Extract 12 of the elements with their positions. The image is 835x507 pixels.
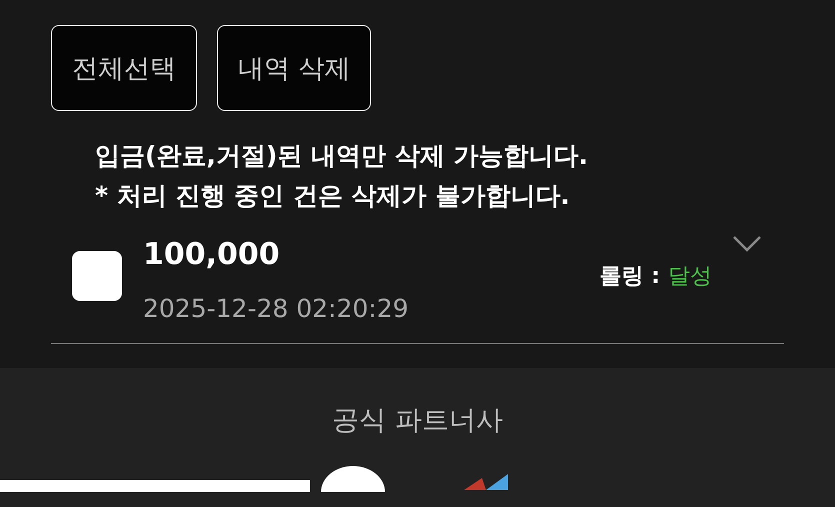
action-button[interactable]: 내역 삭제 bbox=[217, 25, 372, 111]
action-button[interactable]: 전체선택 bbox=[51, 25, 197, 111]
amount-text: 100,000 bbox=[143, 236, 281, 274]
notice-text: 입금(완료,거절)된 내역만 삭제 가능합니다. bbox=[95, 140, 589, 172]
partner-logo bbox=[318, 464, 388, 492]
partners-title: 공식 파트너사 bbox=[332, 404, 503, 438]
rolling-status: 달성 bbox=[668, 263, 712, 291]
checkbox[interactable] bbox=[72, 251, 122, 301]
notice-text: * 처리 진행 중인 건은 삭제가 불가합니다. bbox=[95, 180, 571, 212]
datetime-text: 2025-12-28 02:20:29 bbox=[143, 293, 410, 325]
rolling-label: 롤링 : bbox=[600, 263, 660, 291]
chevron-icon[interactable] bbox=[732, 235, 762, 253]
